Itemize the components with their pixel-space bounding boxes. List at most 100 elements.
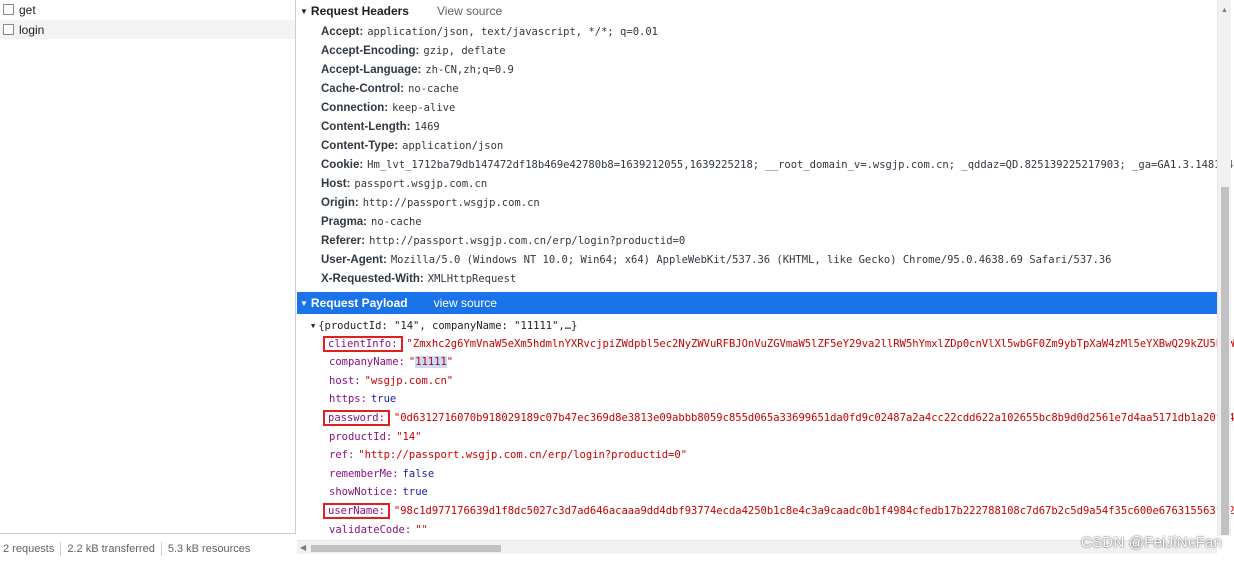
payload-key: companyName: — [329, 356, 405, 369]
header-value: http://passport.wsgjp.com.cn — [362, 197, 540, 209]
header-name: Content-Type: — [321, 140, 399, 152]
header-row: Accept-Encoding: gzip, deflate — [321, 41, 506, 61]
header-name: Referer: — [321, 235, 366, 247]
payload-value: "98c1d977176639d1f8dc5027c3d7ad646acaaa9… — [393, 504, 1234, 517]
checkbox-icon[interactable] — [3, 4, 14, 15]
payload-key: productId: — [329, 430, 393, 443]
payload-field-row: companyName: "11111" — [329, 353, 453, 372]
header-name: Accept: — [321, 26, 364, 38]
payload-key: https: — [329, 393, 367, 406]
header-row: Origin: http://passport.wsgjp.com.cn — [321, 193, 540, 213]
header-row: User-Agent: Mozilla/5.0 (Windows NT 10.0;… — [321, 250, 1111, 270]
payload-key: userName: — [323, 502, 390, 519]
payload-key: ref: — [329, 449, 355, 462]
header-name: Host: — [321, 178, 351, 190]
triangle-down-icon[interactable]: ▼ — [311, 322, 315, 330]
payload-summary-text: {productId: "14", companyName: "11111",…… — [318, 319, 578, 332]
payload-field-row: ref: "http://passport.wsgjp.com.cn/erp/lo… — [329, 446, 687, 465]
headers-pane: ▼ Request Headers View source Accept: app… — [297, 0, 1234, 563]
payload-value: "11111" — [408, 356, 454, 369]
scrollbar-thumb[interactable] — [311, 545, 501, 552]
payload-value: "0d6312716070b918029189c07b47ec369d8e381… — [393, 411, 1234, 424]
transferred-size: 2.2 kB transferred — [67, 542, 155, 555]
network-status-bar: 2 requests 2.2 kB transferred 5.3 kB res… — [0, 533, 296, 563]
header-value: zh-CN,zh;q=0.9 — [425, 64, 514, 76]
header-value: Hm_lvt_1712ba79db147472df18b469e42780b8=… — [367, 159, 1234, 171]
request-count: 2 requests — [3, 542, 55, 555]
view-source-link[interactable]: View source — [437, 4, 502, 18]
divider — [60, 541, 62, 556]
payload-value: true — [402, 486, 428, 499]
payload-value: true — [370, 393, 397, 406]
payload-field-row: https: true — [329, 390, 396, 409]
horizontal-scrollbar[interactable]: ◀ — [297, 540, 1217, 554]
header-name: Pragma: — [321, 216, 368, 228]
header-name: Cookie: — [321, 159, 364, 171]
header-value: application/json — [402, 140, 504, 152]
header-name: Connection: — [321, 102, 389, 114]
header-row: Content-Type: application/json — [321, 136, 503, 156]
header-value: 1469 — [414, 121, 440, 133]
header-row: Cookie: Hm_lvt_1712ba79db147472df18b469e4… — [321, 155, 1234, 175]
payload-key: password: — [323, 409, 390, 426]
resources-size: 5.3 kB resources — [167, 542, 251, 555]
payload-value: "http://passport.wsgjp.com.cn/erp/login?… — [358, 449, 688, 462]
section-title: Request Payload — [310, 296, 408, 310]
vertical-scrollbar[interactable]: ▲ — [1217, 0, 1231, 536]
header-row: Cache-Control: no-cache — [321, 79, 459, 99]
scroll-up-icon[interactable]: ▲ — [1221, 7, 1228, 14]
checkbox-icon[interactable] — [3, 24, 14, 35]
header-name: Content-Length: — [321, 121, 411, 133]
payload-value: "wsgjp.com.cn" — [364, 374, 454, 387]
payload-field-row: productId: "14" — [329, 427, 422, 446]
header-row: Accept-Language: zh-CN,zh;q=0.9 — [321, 60, 514, 80]
payload-field-row: password: "0d6312716070b918029189c07b47ec… — [323, 408, 1234, 427]
section-title: Request Headers — [310, 4, 409, 18]
header-row: Pragma: no-cache — [321, 212, 422, 232]
request-name: login — [19, 22, 45, 37]
header-row: Content-Length: 1469 — [321, 117, 440, 137]
payload-key: host: — [329, 374, 361, 387]
header-row: X-Requested-With: XMLHttpRequest — [321, 269, 516, 289]
triangle-down-icon[interactable]: ▼ — [300, 299, 308, 308]
header-row: Connection: keep-alive — [321, 98, 455, 118]
header-value: keep-alive — [392, 102, 456, 114]
payload-value: "" — [415, 523, 428, 536]
payload-value: "Zmxhc2g6YmVnaW5eXm5hdmlnYXRvcjpiZWdpbl5… — [406, 337, 1234, 350]
payload-key: validateCode: — [329, 523, 412, 536]
watermark: CSDN @FeiJiNcFan — [1081, 534, 1222, 551]
header-value: http://passport.wsgjp.com.cn/erp/login?p… — [369, 235, 686, 247]
header-row: Referer: http://passport.wsgjp.com.cn/erp… — [321, 231, 685, 251]
payload-field-row: host: "wsgjp.com.cn" — [329, 371, 453, 390]
payload-field-row: userName: "98c1d977176639d1f8dc5027c3d7ad… — [323, 501, 1234, 520]
header-value: passport.wsgjp.com.cn — [354, 178, 488, 190]
scrollbar-thumb[interactable] — [1221, 187, 1229, 535]
scroll-left-icon[interactable]: ◀ — [300, 543, 306, 552]
header-row: Accept: application/json, text/javascript… — [321, 22, 658, 42]
payload-field-row: rememberMe: false — [329, 464, 434, 483]
request-row-login[interactable]: login — [0, 20, 295, 40]
header-name: Accept-Encoding: — [321, 45, 420, 57]
header-name: Origin: — [321, 197, 359, 209]
header-value: XMLHttpRequest — [427, 273, 517, 285]
request-name: get — [19, 2, 36, 17]
triangle-down-icon[interactable]: ▼ — [300, 7, 308, 16]
view-source-link[interactable]: view source — [434, 296, 497, 310]
request-payload-header[interactable]: ▼ Request Payload view source — [297, 292, 1217, 314]
header-value: no-cache — [408, 83, 459, 95]
payload-value: false — [402, 467, 435, 480]
divider — [160, 541, 162, 556]
payload-key: rememberMe: — [329, 467, 399, 480]
request-list-pane: get login 2 requests 2.2 kB transferred … — [0, 0, 296, 563]
request-row-get[interactable]: get — [0, 0, 295, 20]
header-value: application/json, text/javascript, */*; … — [367, 26, 658, 38]
header-name: Accept-Language: — [321, 64, 422, 76]
payload-summary[interactable]: ▼ {productId: "14", companyName: "11111"… — [311, 316, 577, 335]
header-name: Cache-Control: — [321, 83, 405, 95]
payload-field-row: clientInfo: "Zmxhc2g6YmVnaW5eXm5hdmlnYXRv… — [323, 334, 1234, 353]
header-row: Host: passport.wsgjp.com.cn — [321, 174, 487, 194]
request-headers-header[interactable]: ▼ Request Headers View source — [300, 1, 502, 21]
header-name: X-Requested-With: — [321, 273, 424, 285]
payload-field-row: showNotice: true — [329, 483, 428, 502]
payload-key: showNotice: — [329, 486, 399, 499]
